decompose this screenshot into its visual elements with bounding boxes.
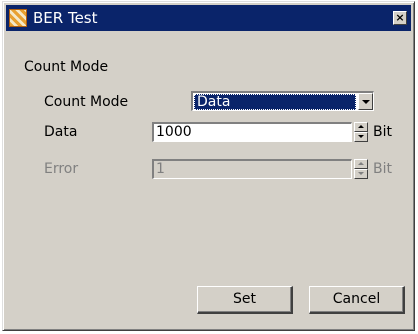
dialog-window: BER Test × Count Mode Count Mode Data Da… — [2, 1, 415, 331]
chevron-down-icon[interactable] — [358, 93, 373, 110]
error-spinner — [354, 159, 368, 179]
error-input: 1 — [152, 159, 352, 179]
set-button[interactable]: Set — [197, 286, 293, 314]
window-title: BER Test — [33, 9, 98, 27]
spin-down-icon — [354, 169, 368, 179]
close-button[interactable]: × — [393, 11, 407, 25]
data-spinner[interactable] — [354, 122, 368, 142]
title-bar[interactable]: BER Test × — [6, 5, 411, 31]
spin-up-icon[interactable] — [354, 122, 368, 132]
data-input[interactable]: 1000 — [152, 122, 352, 142]
spin-down-icon[interactable] — [354, 132, 368, 142]
spin-up-icon — [354, 159, 368, 169]
app-icon — [9, 9, 27, 27]
count-mode-selected-value: Data — [194, 94, 356, 110]
error-label: Error — [44, 161, 79, 177]
data-label: Data — [44, 124, 78, 140]
count-mode-select[interactable]: Data — [191, 91, 374, 111]
count-mode-label: Count Mode — [44, 94, 129, 110]
error-unit-label: Bit — [373, 161, 392, 177]
cancel-button[interactable]: Cancel — [309, 286, 405, 314]
data-unit-label: Bit — [373, 124, 392, 140]
group-label-count-mode: Count Mode — [24, 59, 109, 75]
